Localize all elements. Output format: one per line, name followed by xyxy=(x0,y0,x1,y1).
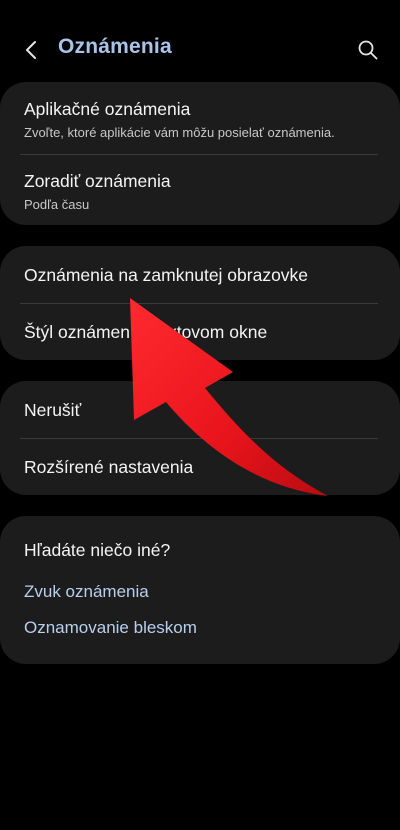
flash-notification-link[interactable]: Oznamovanie bleskom xyxy=(24,618,376,638)
divider xyxy=(20,154,378,155)
sort-notifications-title: Zoradiť oznámenia xyxy=(24,171,171,191)
sort-notifications-value: Podľa času xyxy=(24,197,90,212)
advanced-settings-item[interactable]: Rozšírené nastavenia xyxy=(24,457,376,478)
suggestions-heading: Hľadáte niečo iné? xyxy=(24,540,376,561)
do-not-disturb-title: Nerušiť xyxy=(24,400,82,420)
settings-group-3: Nerušiť Rozšírené nastavenia xyxy=(0,381,400,495)
popup-style-title: Štýl oznámení v textovom okne xyxy=(24,322,268,342)
search-icon xyxy=(358,40,378,60)
app-notifications-subtitle: Zvoľte, ktoré aplikácie vám môžu posiela… xyxy=(24,125,335,140)
app-notifications-item[interactable]: Aplikačné oznámenia Zvoľte, ktoré apliká… xyxy=(24,99,376,140)
divider xyxy=(20,303,378,304)
sort-notifications-item[interactable]: Zoradiť oznámenia Podľa času xyxy=(24,171,376,212)
app-notifications-title: Aplikačné oznámenia xyxy=(24,99,191,119)
notification-sound-link[interactable]: Zvuk oznámenia xyxy=(24,582,376,602)
search-button[interactable] xyxy=(352,34,384,66)
suggestions-heading-text: Hľadáte niečo iné? xyxy=(24,540,171,560)
popup-style-item[interactable]: Štýl oznámení v textovom okne xyxy=(24,322,376,343)
suggestions-card: Hľadáte niečo iné? Zvuk oznámenia Oznamo… xyxy=(0,516,400,664)
page-title: Oznámenia xyxy=(58,35,172,58)
back-button[interactable] xyxy=(16,34,48,66)
do-not-disturb-item[interactable]: Nerušiť xyxy=(24,400,376,421)
lock-screen-notifications-item[interactable]: Oznámenia na zamknutej obrazovke xyxy=(24,265,376,286)
settings-group-2: Oznámenia na zamknutej obrazovke Štýl oz… xyxy=(0,246,400,360)
chevron-left-icon xyxy=(26,41,36,59)
lock-screen-notifications-title: Oznámenia na zamknutej obrazovke xyxy=(24,265,309,285)
settings-group-1: Aplikačné oznámenia Zvoľte, ktoré apliká… xyxy=(0,82,400,225)
advanced-settings-title: Rozšírené nastavenia xyxy=(24,457,194,477)
divider xyxy=(20,438,378,439)
